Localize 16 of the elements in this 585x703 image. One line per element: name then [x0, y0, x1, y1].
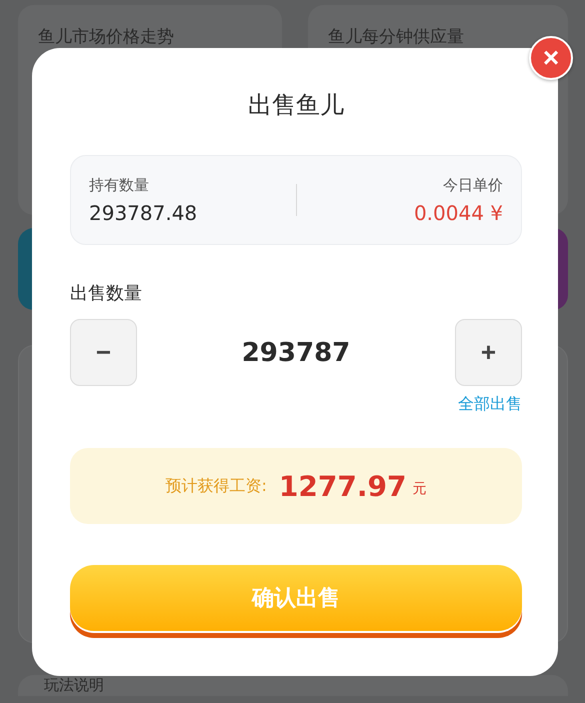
holding-label: 持有数量	[89, 176, 149, 194]
price-label: 今日单价	[443, 176, 503, 194]
dialog-title: 出售鱼儿	[247, 90, 345, 121]
price-value: 0.0044 ¥	[414, 200, 503, 224]
section-title: 玩法说明	[44, 677, 104, 694]
card-title: 鱼儿每分钟供应量	[328, 27, 464, 47]
currency-unit: 元	[412, 480, 426, 498]
close-button[interactable]: ×	[529, 36, 573, 80]
holding-value: 293787.48	[89, 200, 198, 224]
estimate-amount: 1277.97	[278, 470, 406, 502]
plus-button[interactable]: +	[455, 319, 522, 386]
estimate-label: 预计获得工资:	[166, 476, 267, 496]
minus-button[interactable]: −	[70, 319, 137, 386]
quantity-field[interactable]: 293787	[196, 338, 396, 368]
card-title: 鱼儿市场价格走势	[38, 27, 174, 47]
quantity-label: 出售数量	[70, 282, 143, 305]
